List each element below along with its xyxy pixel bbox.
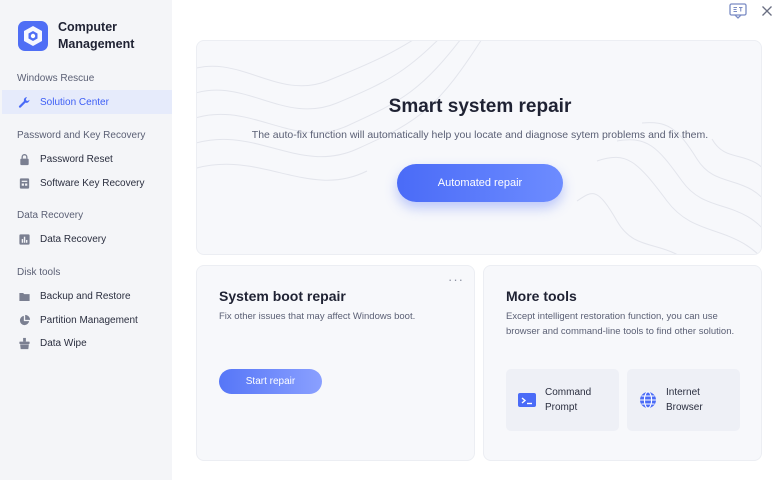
sidebar-item-software-key-recovery[interactable]: Software Key Recovery bbox=[2, 171, 172, 195]
section-title-windows-rescue: Windows Rescue bbox=[17, 73, 95, 84]
internet-browser-tile[interactable]: Internet Browser bbox=[627, 369, 740, 431]
sidebar-item-label: Solution Center bbox=[40, 96, 109, 108]
close-icon bbox=[762, 6, 772, 16]
sidebar-item-partition-management[interactable]: Partition Management bbox=[2, 308, 172, 332]
boot-repair-title: System boot repair bbox=[219, 288, 346, 304]
bar-chart-icon bbox=[18, 233, 31, 246]
start-repair-button[interactable]: Start repair bbox=[219, 369, 322, 394]
more-tools-card: More tools Except intelligent restoratio… bbox=[483, 265, 762, 461]
sidebar-item-label: Data Wipe bbox=[40, 337, 87, 349]
folder-icon bbox=[18, 290, 31, 303]
command-prompt-tile[interactable]: Command Prompt bbox=[506, 369, 619, 431]
tool-label: Internet Browser bbox=[666, 387, 703, 413]
section-title-data-recovery: Data Recovery bbox=[17, 210, 84, 221]
sidebar-item-label: Backup and Restore bbox=[40, 290, 131, 302]
more-tools-title: More tools bbox=[506, 288, 577, 304]
globe-icon bbox=[640, 391, 656, 409]
sidebar-item-password-reset[interactable]: Password Reset bbox=[2, 147, 172, 171]
app-logo-icon bbox=[18, 21, 48, 51]
sidebar: Computer Management Windows Rescue Solut… bbox=[0, 0, 172, 480]
close-button[interactable] bbox=[758, 2, 776, 20]
sidebar-item-backup-restore[interactable]: Backup and Restore bbox=[2, 284, 172, 308]
wrench-icon bbox=[18, 96, 31, 109]
terminal-icon bbox=[518, 393, 536, 407]
brand: Computer Management bbox=[17, 19, 158, 53]
topographic-pattern bbox=[197, 41, 761, 254]
wipe-icon bbox=[18, 337, 31, 350]
automated-repair-button[interactable]: Automated repair bbox=[397, 164, 563, 202]
more-tools-description: Except intelligent restoration function,… bbox=[506, 311, 735, 337]
sidebar-item-label: Software Key Recovery bbox=[40, 177, 145, 189]
lock-icon bbox=[18, 153, 31, 166]
key-card-icon bbox=[18, 177, 31, 190]
pie-chart-icon bbox=[18, 314, 31, 327]
sidebar-item-label: Data Recovery bbox=[40, 233, 107, 245]
smart-repair-card: Smart system repair The auto-fix functio… bbox=[196, 40, 762, 255]
sidebar-item-label: Password Reset bbox=[40, 153, 113, 165]
boot-repair-card: ··· System boot repair Fix other issues … bbox=[196, 265, 475, 461]
app-name: Computer Management bbox=[58, 20, 135, 51]
sidebar-item-data-recovery[interactable]: Data Recovery bbox=[2, 227, 172, 251]
feedback-icon bbox=[729, 3, 747, 19]
tool-label: Command Prompt bbox=[545, 387, 592, 413]
hero-description: The auto-fix function will automatically… bbox=[251, 129, 709, 141]
feedback-button[interactable] bbox=[729, 2, 747, 20]
sidebar-item-label: Partition Management bbox=[40, 314, 138, 326]
sidebar-item-data-wipe[interactable]: Data Wipe bbox=[2, 331, 172, 355]
boot-repair-description: Fix other issues that may affect Windows… bbox=[219, 311, 416, 322]
sidebar-item-solution-center[interactable]: Solution Center bbox=[2, 90, 172, 114]
more-options-icon[interactable]: ··· bbox=[448, 273, 464, 286]
section-title-disk-tools: Disk tools bbox=[17, 267, 61, 278]
section-title-password-key: Password and Key Recovery bbox=[17, 130, 146, 141]
hero-title: Smart system repair bbox=[388, 96, 572, 117]
